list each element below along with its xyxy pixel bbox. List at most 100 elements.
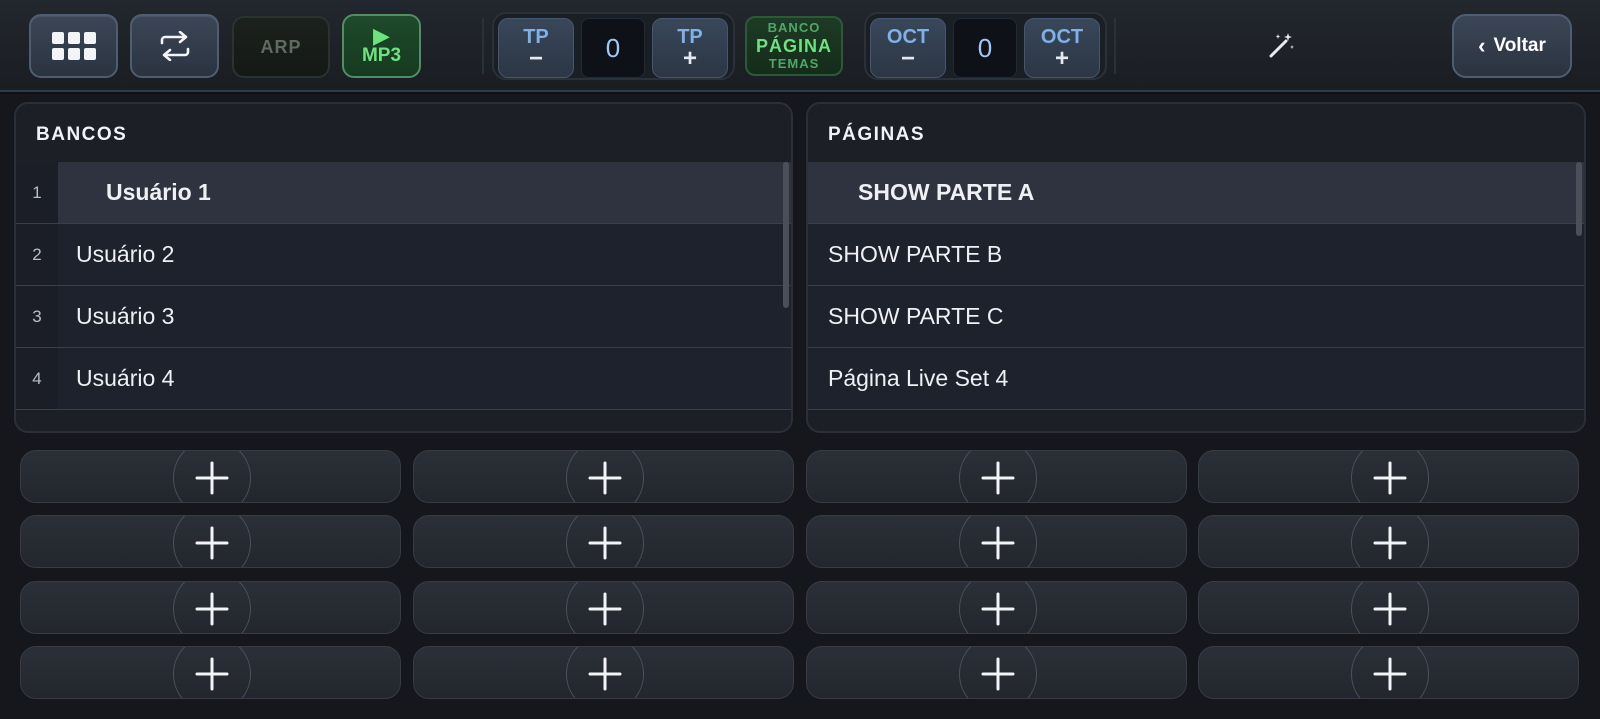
- plus-ring: [958, 582, 1037, 633]
- list-item[interactable]: SHOW PARTE C: [808, 286, 1584, 348]
- item-number: 4: [16, 348, 58, 409]
- plus-icon: [195, 461, 228, 495]
- plus-icon: [195, 657, 228, 691]
- plus-ring: [565, 582, 644, 633]
- back-label: Voltar: [1493, 35, 1546, 56]
- repeat-icon: [160, 31, 189, 61]
- item-label: SHOW PARTE C: [828, 303, 1004, 329]
- plus-ring: [172, 516, 251, 567]
- item-number: 2: [16, 224, 58, 285]
- plus-icon: [981, 657, 1014, 691]
- plus-ring: [958, 451, 1037, 502]
- list-item[interactable]: 3 Usuário 3: [16, 286, 791, 348]
- plus-icon: [588, 657, 621, 691]
- magic-wand-icon[interactable]: [1266, 30, 1296, 60]
- item-label: Página Live Set 4: [828, 365, 1009, 391]
- plus-icon: [588, 461, 621, 495]
- item-label: Usuário 4: [76, 365, 175, 391]
- plus-icon: [1373, 526, 1406, 560]
- item-label: SHOW PARTE B: [828, 241, 1003, 267]
- transpose-group: TP − 0 TP +: [492, 12, 735, 80]
- arp-label: ARP: [260, 36, 302, 57]
- add-slot-button[interactable]: [806, 646, 1187, 699]
- add-slot-button[interactable]: [806, 450, 1187, 503]
- item-number: 1: [16, 162, 58, 223]
- item-label: Usuário 2: [76, 241, 175, 267]
- add-slot-button[interactable]: [20, 646, 401, 699]
- banco-pagina-temas-button[interactable]: BANCO PÁGINA TEMAS: [745, 16, 843, 76]
- add-slot-button[interactable]: [806, 581, 1187, 634]
- grid-icon: [51, 32, 96, 60]
- plus-ring: [1350, 516, 1429, 567]
- item-label: Usuário 1: [106, 179, 211, 205]
- oct-plus-button[interactable]: OCT +: [1024, 18, 1100, 78]
- minus-icon: −: [900, 45, 915, 72]
- add-slot-button[interactable]: [1198, 581, 1579, 634]
- temas-label: TEMAS: [768, 56, 820, 71]
- paginas-scrollbar[interactable]: [1576, 162, 1582, 236]
- plus-icon: [981, 526, 1014, 560]
- add-slot-button[interactable]: [413, 581, 794, 634]
- back-button[interactable]: ‹ Voltar: [1452, 14, 1572, 78]
- plus-ring: [565, 516, 644, 567]
- list-item[interactable]: 4 Usuário 4: [16, 348, 791, 410]
- top-toolbar: ARP ▶ MP3 TP − 0 TP + BANCO PÁGINA TEMAS…: [0, 0, 1600, 92]
- item-label: SHOW PARTE A: [858, 179, 1035, 205]
- tp-minus-button[interactable]: TP −: [498, 18, 574, 78]
- plus-ring: [1350, 451, 1429, 502]
- list-item[interactable]: Página Live Set 4: [808, 348, 1584, 410]
- plus-icon: [1373, 461, 1406, 495]
- plus-ring: [172, 451, 251, 502]
- plus-icon: [588, 592, 621, 626]
- add-slot-button[interactable]: [1198, 515, 1579, 568]
- bancos-panel: BANCOS 1 Usuário 1 2 Usuário 2 3 Usuário…: [14, 102, 793, 433]
- plus-icon: [981, 461, 1014, 495]
- add-slot-button[interactable]: [20, 581, 401, 634]
- plus-ring: [1350, 582, 1429, 633]
- add-slot-button[interactable]: [413, 646, 794, 699]
- tp-value: 0: [581, 18, 645, 78]
- plus-ring: [565, 647, 644, 698]
- oct-value: 0: [953, 18, 1017, 78]
- grid-menu-button[interactable]: [29, 14, 118, 78]
- item-label: Usuário 3: [76, 303, 175, 329]
- add-slot-button[interactable]: [806, 515, 1187, 568]
- tp-plus-button[interactable]: TP +: [652, 18, 728, 78]
- add-slot-button[interactable]: [413, 515, 794, 568]
- plus-icon: [588, 526, 621, 560]
- plus-ring: [958, 516, 1037, 567]
- play-icon: ▶: [373, 23, 390, 48]
- banco-label: BANCO: [767, 20, 821, 35]
- arp-button[interactable]: ARP: [232, 16, 330, 78]
- list-item[interactable]: SHOW PARTE A: [808, 162, 1584, 224]
- toolbar-divider: [1114, 18, 1116, 74]
- list-item[interactable]: 2 Usuário 2: [16, 224, 791, 286]
- mp3-label: MP3: [361, 45, 402, 66]
- bancos-list[interactable]: 1 Usuário 1 2 Usuário 2 3 Usuário 3 4 Us…: [16, 162, 791, 410]
- plus-icon: [1373, 592, 1406, 626]
- add-slot-button[interactable]: [20, 515, 401, 568]
- paginas-list[interactable]: SHOW PARTE A SHOW PARTE B SHOW PARTE C P…: [808, 162, 1584, 410]
- list-item[interactable]: SHOW PARTE B: [808, 224, 1584, 286]
- bancos-scrollbar[interactable]: [783, 162, 789, 308]
- plus-icon: +: [682, 45, 697, 72]
- add-slot-button[interactable]: [1198, 450, 1579, 503]
- add-slot-button[interactable]: [1198, 646, 1579, 699]
- list-item[interactable]: 1 Usuário 1: [16, 162, 791, 224]
- bancos-title: BANCOS: [36, 124, 128, 145]
- oct-minus-button[interactable]: OCT −: [870, 18, 946, 78]
- minus-icon: −: [528, 45, 543, 72]
- add-slot-button[interactable]: [413, 450, 794, 503]
- mp3-button[interactable]: ▶ MP3: [342, 14, 421, 78]
- paginas-panel: PÁGINAS SHOW PARTE A SHOW PARTE B SHOW P…: [806, 102, 1586, 433]
- repeat-button[interactable]: [130, 14, 219, 78]
- add-slot-button[interactable]: [20, 450, 401, 503]
- paginas-title: PÁGINAS: [828, 124, 926, 145]
- plus-icon: +: [1054, 45, 1069, 72]
- plus-ring: [172, 647, 251, 698]
- plus-icon: [1373, 657, 1406, 691]
- plus-ring: [1350, 647, 1429, 698]
- plus-ring: [565, 451, 644, 502]
- plus-ring: [172, 582, 251, 633]
- plus-icon: [195, 526, 228, 560]
